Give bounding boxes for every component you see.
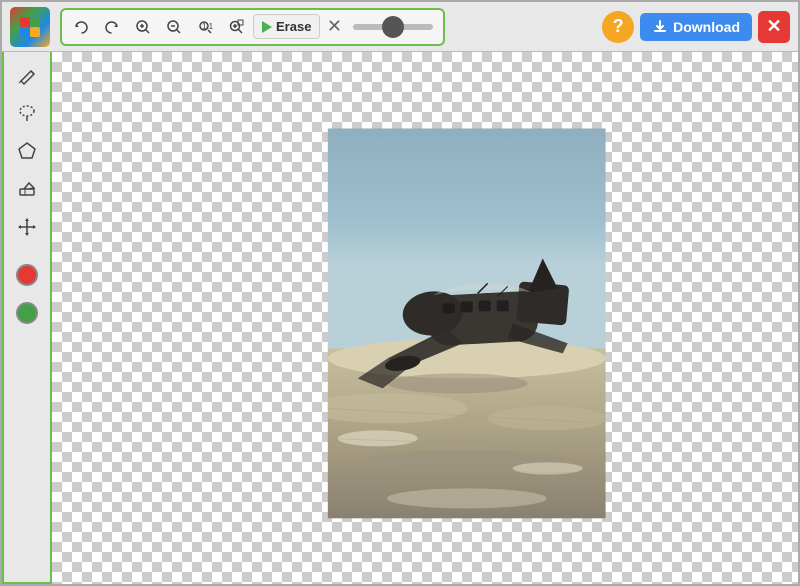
image-container (328, 128, 606, 523)
history-zoom-group: 1:1 Erase ✕ (60, 8, 445, 46)
main-area (2, 52, 798, 584)
canvas-area[interactable] (52, 52, 798, 584)
background-color-swatch (16, 302, 38, 324)
erase-button[interactable]: Erase (253, 14, 320, 39)
background-color-button[interactable] (10, 296, 44, 330)
polygon-tool-button[interactable] (10, 134, 44, 168)
play-icon (262, 21, 272, 33)
zoom-out-button[interactable] (160, 13, 188, 41)
move-icon (17, 217, 37, 237)
eraser-icon (17, 179, 37, 199)
main-image (328, 128, 606, 518)
zoom-fit-button[interactable]: 1:1 (191, 13, 219, 41)
brush-size-slider[interactable] (353, 24, 433, 30)
foreground-color-swatch (16, 264, 38, 286)
download-button[interactable]: Download (640, 13, 752, 41)
sidebar (2, 52, 52, 584)
app-logo (10, 7, 50, 47)
download-label: Download (673, 19, 740, 35)
redo-button[interactable] (98, 13, 126, 41)
pencil-tool-button[interactable] (10, 58, 44, 92)
download-icon (652, 19, 668, 35)
app-container: 1:1 Erase ✕ (0, 0, 800, 586)
brush-circle (382, 16, 404, 38)
lasso-tool-button[interactable] (10, 96, 44, 130)
close-icon: ✕ (766, 16, 781, 37)
lasso-icon (17, 103, 37, 123)
help-button[interactable]: ? (602, 11, 634, 43)
cancel-icon: ✕ (327, 16, 342, 37)
polygon-icon (17, 141, 37, 161)
foreground-color-button[interactable] (10, 258, 44, 292)
top-right-buttons: ? Download ✕ (602, 11, 790, 43)
toolbar: 1:1 Erase ✕ (2, 2, 798, 52)
zoom-in-button[interactable] (129, 13, 157, 41)
help-icon: ? (613, 16, 624, 37)
erase-label: Erase (276, 19, 311, 34)
close-button[interactable]: ✕ (758, 11, 790, 43)
pencil-icon (17, 65, 37, 85)
svg-text:1:1: 1:1 (202, 22, 213, 31)
undo-button[interactable] (67, 13, 95, 41)
eraser-tool-button[interactable] (10, 172, 44, 206)
zoom-actual-button[interactable] (222, 13, 250, 41)
move-tool-button[interactable] (10, 210, 44, 244)
cancel-button[interactable]: ✕ (323, 16, 345, 38)
